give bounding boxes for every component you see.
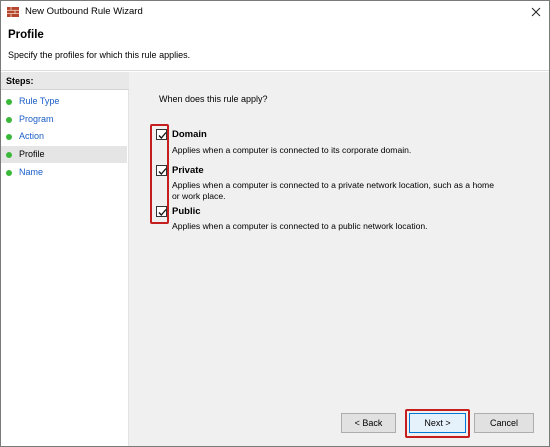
close-icon[interactable] [527,4,545,20]
public-checkbox[interactable] [156,206,167,217]
next-button[interactable]: Next > [409,413,466,433]
page-title: Profile [8,29,44,41]
steps-heading-label: Steps: [6,76,34,86]
steps-panel: Steps: Rule Type Program Action Profile … [1,72,129,446]
page-header: Profile Specify the profiles for which t… [1,23,549,71]
public-description: Applies when a computer is connected to … [172,221,428,231]
window-title: New Outbound Rule Wizard [25,6,143,17]
wizard-window: New Outbound Rule Wizard Profile Specify… [0,0,550,447]
private-description-line2: or work place. [172,191,226,201]
firewall-wall-icon [7,6,19,18]
steps-heading: Steps: [1,72,129,90]
domain-checkbox[interactable] [156,129,167,140]
domain-description: Applies when a computer is connected to … [172,145,412,155]
step-label: Rule Type [19,96,60,106]
back-button[interactable]: < Back [341,413,396,433]
checkmark-icon [158,209,167,216]
step-program[interactable]: Program [1,111,127,128]
domain-label[interactable]: Domain [172,129,207,140]
step-action[interactable]: Action [1,128,127,145]
green-dot-icon [6,170,12,176]
public-label[interactable]: Public [172,206,201,217]
main-panel: When does this rule apply? Domain Applie… [130,72,549,446]
private-checkbox[interactable] [156,165,167,176]
profile-question: When does this rule apply? [159,94,268,104]
private-label[interactable]: Private [172,165,204,176]
step-rule-type[interactable]: Rule Type [1,93,127,110]
wizard-content: Steps: Rule Type Program Action Profile … [1,72,549,446]
step-label: Action [19,131,45,141]
title-bar: New Outbound Rule Wizard [1,1,549,23]
step-profile[interactable]: Profile [1,146,127,163]
step-label: Name [19,167,44,177]
checkmark-icon [158,132,167,139]
private-description-line1: Applies when a computer is connected to … [172,180,494,190]
green-dot-icon [6,117,12,123]
page-subtitle: Specify the profiles for which this rule… [8,50,191,60]
step-label: Profile [19,149,45,159]
step-label: Program [19,114,54,124]
cancel-button[interactable]: Cancel [474,413,534,433]
checkmark-icon [158,168,167,175]
green-dot-icon [6,152,12,158]
green-dot-icon [6,99,12,105]
green-dot-icon [6,134,12,140]
step-name[interactable]: Name [1,164,127,181]
